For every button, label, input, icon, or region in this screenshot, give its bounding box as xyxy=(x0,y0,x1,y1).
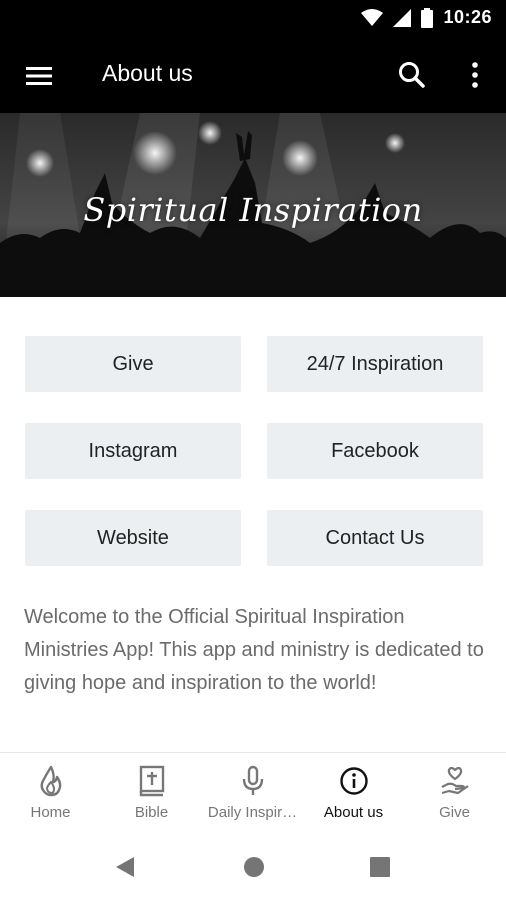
hero-banner: Spiritual Inspiration xyxy=(0,113,506,297)
home-icon[interactable] xyxy=(243,856,265,878)
give-button[interactable]: Give xyxy=(25,336,241,392)
nav-label-bible: Bible xyxy=(134,804,169,821)
recents-icon[interactable] xyxy=(369,856,391,878)
website-button[interactable]: Website xyxy=(25,510,241,566)
welcome-text: Welcome to the Official Spiritual Inspir… xyxy=(24,606,484,694)
nav-label-give: Give xyxy=(439,804,470,821)
status-icons: 10:26 xyxy=(361,7,492,28)
more-vert-icon[interactable] xyxy=(464,58,486,92)
nav-item-bible[interactable]: Bible xyxy=(101,753,202,833)
bible-icon xyxy=(139,765,165,797)
nav-item-daily-inspiration[interactable]: Daily Inspir… xyxy=(202,753,303,833)
flame-icon xyxy=(40,765,62,797)
battery-icon xyxy=(421,7,434,28)
nav-label-home: Home xyxy=(30,804,71,821)
nav-item-home[interactable]: Home xyxy=(0,753,101,833)
nav-item-about-us[interactable]: About us xyxy=(303,753,404,833)
signal-icon xyxy=(393,8,412,27)
facebook-button[interactable]: Facebook xyxy=(267,423,483,479)
page-title: About us xyxy=(102,60,193,86)
search-icon[interactable] xyxy=(396,59,428,91)
back-icon[interactable] xyxy=(114,855,136,879)
status-time: 10:26 xyxy=(443,7,492,27)
hero-title: Spiritual Inspiration xyxy=(83,191,423,229)
nav-label-daily-inspiration: Daily Inspir… xyxy=(207,804,298,821)
contact-us-button[interactable]: Contact Us xyxy=(267,510,483,566)
info-icon xyxy=(340,767,368,795)
microphone-icon xyxy=(242,765,264,795)
inspiration-247-button[interactable]: 24/7 Inspiration xyxy=(267,336,483,392)
nav-item-give[interactable]: Give xyxy=(404,753,505,833)
system-nav-bar xyxy=(0,833,506,900)
heart-hand-icon xyxy=(441,766,469,795)
menu-icon[interactable] xyxy=(24,62,56,90)
bottom-nav: Home Bible Daily Inspir… About us Give xyxy=(0,753,506,833)
wifi-icon xyxy=(361,8,384,26)
instagram-button[interactable]: Instagram xyxy=(25,423,241,479)
status-bar: 10:26 xyxy=(0,0,506,38)
app-bar: About us xyxy=(0,38,506,113)
nav-label-about-us: About us xyxy=(323,804,384,821)
